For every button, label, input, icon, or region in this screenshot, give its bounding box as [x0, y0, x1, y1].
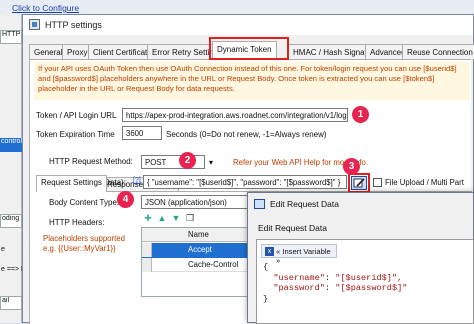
background-item-selected[interactable]: control [0, 138, 22, 152]
code-password-value: "[$password$]" [335, 283, 408, 293]
tab-reuse-connection[interactable]: Reuse Connection [402, 44, 474, 59]
header-name-cell[interactable]: Cache-Control [188, 260, 238, 269]
insert-variable-button[interactable]: x « Insert Variable » [261, 244, 337, 265]
variable-icon: x [265, 247, 274, 256]
token-url-input[interactable]: https://apex-prod-integration.aws.roadne… [122, 108, 348, 122]
content-type-label: Body Content Type: [49, 198, 120, 207]
background-item[interactable]: HTTP [0, 30, 22, 44]
app-icon [29, 19, 40, 30]
placeholder-note-line-2: e.g. {{User::MyVar1}} [43, 244, 116, 253]
headers-label: HTTP Headers: [49, 218, 105, 227]
placeholder-note: Placeholders supported e.g. {{User::MyVa… [43, 234, 125, 254]
step-badge-2: 2 [179, 152, 196, 169]
dialog-edit-icon [254, 199, 265, 209]
expiration-label: Token Expiration Time [36, 130, 115, 139]
background-item[interactable]: ail [0, 296, 22, 310]
edit-request-dialog: Edit Request Data Edit Request Data x « … [247, 192, 474, 324]
expiration-input[interactable]: 3600 [122, 126, 162, 140]
add-icon[interactable]: ✚ [143, 213, 153, 223]
step-badge-3: 3 [343, 158, 360, 175]
code-password-key: "password" [273, 283, 325, 293]
request-data-editor[interactable]: x « Insert Variable » { "username": "[$u… [256, 239, 474, 324]
body-help-link[interactable]: [?] [133, 177, 141, 184]
background-sidebar: HTTP control oding e e ==> F ail [0, 14, 22, 323]
copy-icon[interactable]: ❐ [185, 213, 195, 223]
json-code[interactable]: { "username": "[$userid$]", "password": … [263, 262, 407, 304]
title-bar: HTTP settings [23, 15, 473, 35]
step-badge-1: 1 [352, 106, 369, 123]
window-title: HTTP settings [45, 20, 102, 30]
code-username-key: "username" [273, 272, 325, 283]
tab-highlight-box [209, 37, 289, 60]
dialog-title: Edit Request Data [270, 199, 339, 209]
chevron-down-icon[interactable]: ▾ [209, 158, 219, 168]
file-upload-label: File Upload / Multi Part [385, 178, 464, 187]
row-selector[interactable] [142, 243, 152, 257]
method-label: HTTP Request Method: [49, 157, 133, 166]
background-item: e [1, 246, 5, 253]
tab-request-settings[interactable]: Request Settings [36, 175, 107, 192]
file-upload-checkbox[interactable] [373, 178, 382, 187]
code-close-brace: } [263, 293, 269, 304]
code-username-value: "[$userid$]", [335, 272, 403, 283]
edit-request-button[interactable] [351, 176, 367, 190]
background-item: e ==> F [1, 266, 22, 273]
configure-link[interactable]: Click to Configure [12, 3, 79, 13]
background-item[interactable]: oding [0, 214, 22, 228]
body-input[interactable]: { "username": "[$userid$]", "password": … [143, 175, 347, 189]
header-name-cell[interactable]: Accept [188, 245, 212, 254]
row-selector[interactable] [142, 258, 152, 272]
placeholder-note-line-1: Placeholders supported [43, 234, 125, 243]
expiration-note: Seconds (0=Do not renew, -1=Always renew… [166, 130, 327, 139]
oauth-warning: If your API uses OAuth Token then use OA… [34, 62, 470, 100]
token-url-label: Token / API Login URL [36, 111, 117, 120]
move-up-icon[interactable]: ▲ [157, 213, 167, 223]
pencil-icon [353, 178, 365, 188]
dialog-heading: Edit Request Data [258, 223, 327, 233]
step-badge-4: 4 [117, 191, 134, 208]
move-down-icon[interactable]: ▼ [171, 213, 181, 223]
code-open-brace: { [263, 262, 269, 272]
